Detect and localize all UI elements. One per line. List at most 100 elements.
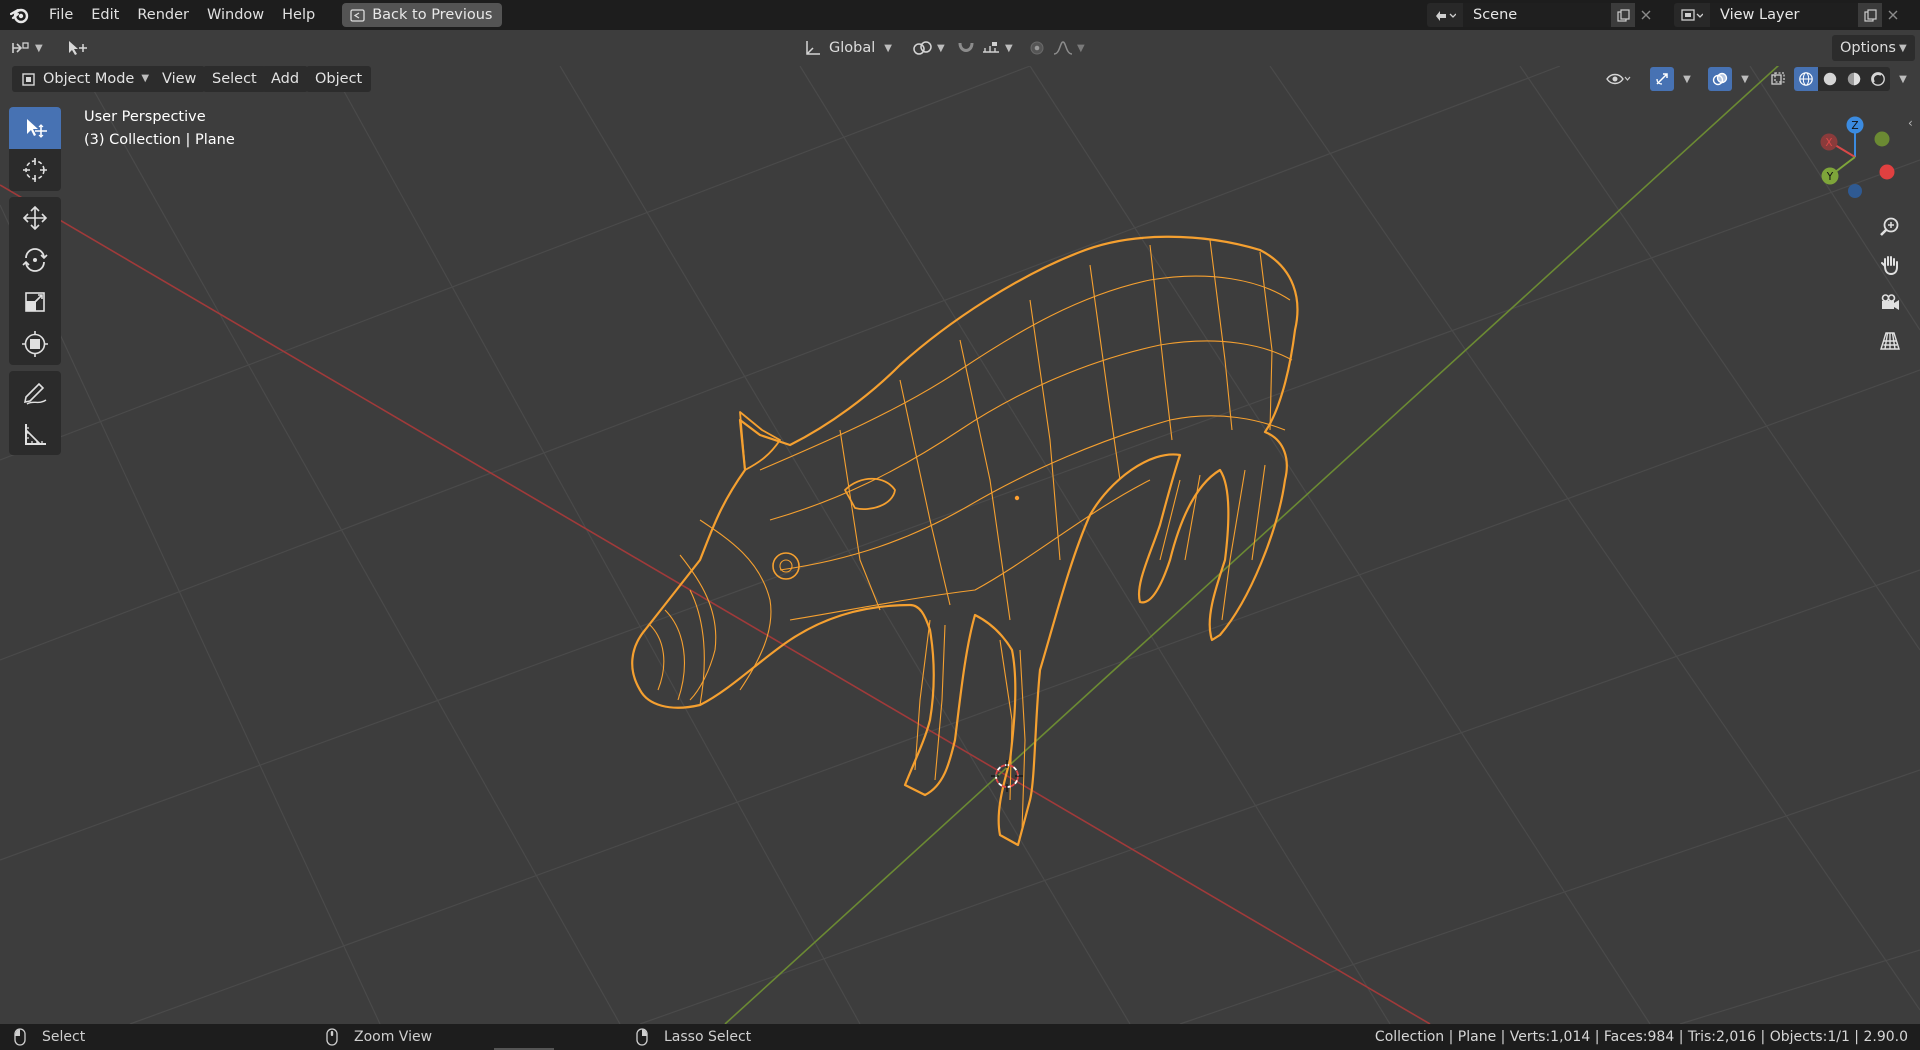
pan-view-button[interactable]	[1873, 248, 1907, 282]
cursor-tool[interactable]	[9, 149, 61, 191]
menu-help[interactable]: Help	[273, 0, 324, 30]
view-layer-browse-icon[interactable]	[1674, 3, 1710, 27]
orientation-axes-icon	[806, 41, 820, 55]
mouse-left-icon	[14, 1028, 26, 1046]
move-arrows-icon	[22, 205, 48, 231]
proportional-falloff-dropdown[interactable]: ▼	[1052, 35, 1085, 61]
annotate-pencil-icon	[23, 382, 47, 405]
proportional-circle-icon	[1030, 41, 1044, 55]
transform-orientation-dropdown[interactable]: Global ▼	[803, 35, 892, 61]
perspective-grid-icon	[1880, 332, 1900, 350]
svg-text:Z: Z	[1851, 120, 1858, 132]
gizmo-neg-y-axis[interactable]	[1874, 131, 1890, 147]
camera-icon	[1881, 294, 1899, 310]
back-to-previous-button[interactable]: Back to Previous	[342, 3, 503, 27]
shading-dropdown[interactable]: ▼	[1894, 67, 1912, 91]
gizmo-dropdown[interactable]: ▼	[1678, 67, 1696, 91]
viewport-canvas	[0, 66, 1920, 1024]
navigation-gizmo[interactable]: Z X Y	[1808, 112, 1908, 202]
cursor-target-icon	[23, 158, 47, 182]
transform-icon	[22, 331, 48, 357]
shading-solid-icon[interactable]	[1818, 67, 1842, 91]
scene-new-icon[interactable]	[1611, 3, 1635, 27]
blender-logo-icon[interactable]	[0, 0, 40, 30]
rotate-icon	[22, 248, 48, 272]
measure-tool[interactable]	[9, 413, 61, 455]
overlays-dropdown[interactable]: ▼	[1736, 67, 1754, 91]
object-mode-label: Object Mode	[43, 71, 135, 87]
status-hint-lasso: Lasso Select	[636, 1024, 751, 1050]
status-hint-select: Select	[14, 1024, 85, 1050]
snap-increment-icon	[983, 42, 999, 53]
overlays-toggle-icon[interactable]	[1708, 67, 1732, 91]
editor-type-icon[interactable]: ▼	[10, 35, 43, 61]
object-origin	[1014, 495, 1020, 501]
selectability-visibility-dropdown[interactable]	[1598, 67, 1638, 91]
top-menubar: File Edit Render Window Help Back to Pre…	[0, 0, 1920, 30]
viewport-header: Object Mode ▼ View Select Add Object ▼ ▼	[0, 66, 1920, 94]
mouse-middle-icon	[326, 1028, 338, 1046]
selected-mesh[interactable]	[631, 235, 1299, 847]
tool-shelf	[9, 107, 63, 455]
measure-ruler-icon	[25, 424, 46, 445]
tool-header: ▼ Global ▼ ▼ ▼ ▼ Options ▼	[0, 30, 1920, 66]
scale-icon	[25, 292, 45, 312]
scene-statistics: Collection | Plane | Verts:1,014 | Faces…	[1374, 1029, 1908, 1045]
status-bar: Select Zoom View Lasso Select Collection…	[0, 1024, 1920, 1050]
scene-selector: Scene	[1427, 3, 1657, 27]
gizmo-toggle-icon[interactable]	[1650, 67, 1674, 91]
transform-tool[interactable]	[9, 323, 61, 365]
move-tool[interactable]	[9, 197, 61, 239]
object-menu[interactable]: Object	[306, 66, 372, 92]
options-label: Options	[1840, 40, 1896, 56]
add-menu[interactable]: Add	[262, 66, 309, 92]
scene-browse-icon[interactable]	[1427, 3, 1463, 27]
shading-material-icon[interactable]	[1842, 67, 1866, 91]
3d-viewport[interactable]	[0, 66, 1920, 1024]
zoom-view-button[interactable]	[1873, 210, 1907, 244]
pivot-point-dropdown[interactable]: ▼	[912, 35, 945, 61]
svg-text:Y: Y	[1826, 171, 1834, 183]
tool-settings-icon[interactable]	[66, 35, 92, 61]
shading-wireframe-icon[interactable]	[1794, 67, 1818, 91]
pan-hand-icon	[1881, 256, 1898, 276]
select-menu[interactable]: Select	[203, 66, 266, 92]
snap-toggle[interactable]	[955, 35, 977, 61]
object-mode-dropdown[interactable]: Object Mode ▼	[12, 66, 159, 92]
status-lasso-label: Lasso Select	[664, 1029, 752, 1045]
ortho-perspective-toggle[interactable]	[1873, 324, 1907, 358]
scale-tool[interactable]	[9, 281, 61, 323]
proportional-editing-toggle[interactable]	[1027, 35, 1047, 61]
menu-render[interactable]: Render	[128, 0, 198, 30]
view-menu[interactable]: View	[153, 66, 206, 92]
snap-target-dropdown[interactable]: ▼	[980, 35, 1013, 61]
options-dropdown[interactable]: Options ▼	[1832, 35, 1915, 61]
svg-text:X: X	[1825, 137, 1832, 149]
floor-grid	[0, 66, 1920, 1024]
gizmo-neg-z-axis[interactable]	[1848, 184, 1862, 198]
menu-file[interactable]: File	[40, 0, 82, 30]
menu-edit[interactable]: Edit	[82, 0, 128, 30]
select-box-tool[interactable]	[9, 107, 61, 149]
falloff-curve-icon	[1053, 41, 1073, 55]
view-layer-new-icon[interactable]	[1858, 3, 1882, 27]
collection-info: (3) Collection | Plane	[84, 132, 235, 148]
camera-view-button[interactable]	[1873, 286, 1907, 320]
gizmo-neg-x-axis[interactable]	[1879, 164, 1895, 180]
annotate-tool[interactable]	[9, 371, 61, 413]
view-layer-selector: View Layer	[1674, 3, 1904, 27]
back-to-previous-label: Back to Previous	[372, 7, 493, 23]
view-layer-delete-icon[interactable]	[1882, 3, 1904, 27]
sidebar-expand-icon[interactable]: ‹	[1908, 116, 1913, 130]
zoom-magnifier-icon	[1880, 217, 1899, 236]
scene-delete-icon[interactable]	[1635, 3, 1657, 27]
status-zoom-label: Zoom View	[354, 1029, 433, 1045]
scene-name-field[interactable]: Scene	[1463, 3, 1611, 27]
shading-rendered-icon[interactable]	[1866, 67, 1890, 91]
menu-window[interactable]: Window	[198, 0, 273, 30]
xray-toggle-icon[interactable]	[1766, 67, 1790, 91]
rotate-tool[interactable]	[9, 239, 61, 281]
pivot-link-icon	[913, 41, 932, 55]
status-hint-zoom: Zoom View	[326, 1024, 432, 1050]
view-layer-name-field[interactable]: View Layer	[1710, 3, 1858, 27]
